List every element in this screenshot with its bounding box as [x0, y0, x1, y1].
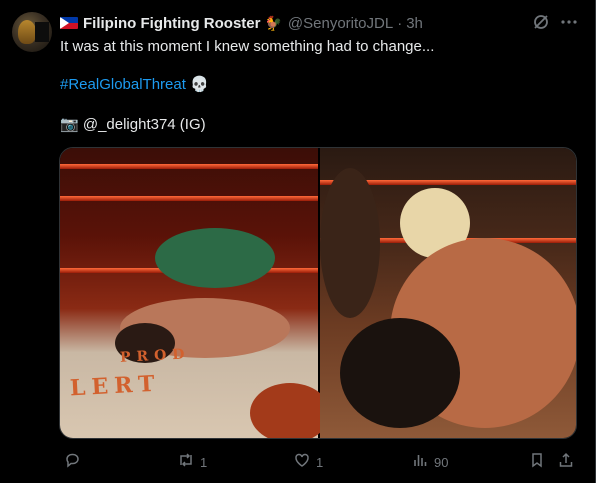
tweet-text-line: It was at this moment I knew something h… [60, 38, 435, 55]
photo-credit: 📷 @_delight374 (IG) [60, 116, 206, 133]
repost-count: 1 [200, 454, 208, 470]
wrestler-figure [155, 228, 275, 288]
like-button[interactable]: 1 [292, 449, 323, 475]
canvas-lettering: LERT [69, 370, 162, 402]
hashtag-link[interactable]: #RealGlobalThreat [60, 76, 186, 93]
rooster-emoji: 🐓 [264, 14, 282, 31]
bookmark-icon [527, 452, 547, 473]
ring-rope [60, 196, 318, 201]
photo-right[interactable] [320, 148, 576, 438]
views-count: 90 [434, 454, 449, 470]
background-figure [320, 168, 380, 318]
rooster-figure [18, 20, 36, 44]
photo-left[interactable]: LERT PROD [60, 148, 330, 438]
bookmark-button[interactable] [527, 449, 547, 475]
tweet[interactable]: Filipino Fighting Rooster 🐓 @SenyoritoJD… [0, 0, 596, 483]
philippine-flag-icon [60, 17, 78, 29]
hair-shape [340, 318, 460, 428]
like-count: 1 [316, 454, 324, 470]
views-icon [410, 452, 430, 473]
share-button[interactable] [556, 449, 576, 475]
canvas-lettering: PROD [119, 346, 191, 366]
tweet-header: Filipino Fighting Rooster 🐓 @SenyoritoJD… [60, 13, 423, 33]
heart-icon [292, 452, 312, 473]
repost-icon [176, 452, 196, 473]
media-grid: LERT PROD [59, 147, 577, 439]
reply-icon [62, 452, 82, 473]
glove-shape [250, 383, 330, 438]
more-icon[interactable] [559, 13, 579, 33]
avatar[interactable] [12, 12, 52, 52]
author-handle[interactable]: @SenyoritoJDL [288, 15, 393, 32]
share-icon [556, 452, 576, 473]
separator-dot: · [397, 14, 403, 32]
ring-rope [60, 164, 318, 169]
author-name[interactable]: Filipino Fighting Rooster [83, 15, 260, 32]
repost-button[interactable]: 1 [176, 449, 207, 475]
reply-button[interactable] [62, 449, 86, 475]
views-button[interactable]: 90 [410, 449, 448, 475]
timestamp[interactable]: 3h [406, 15, 423, 32]
hashtag-line: #RealGlobalThreat 💀 [60, 75, 209, 95]
action-bar: 1 1 90 [0, 449, 596, 475]
grok-icon[interactable] [531, 13, 551, 33]
avatar-badge [35, 22, 49, 42]
skull-emoji: 💀 [190, 76, 209, 93]
